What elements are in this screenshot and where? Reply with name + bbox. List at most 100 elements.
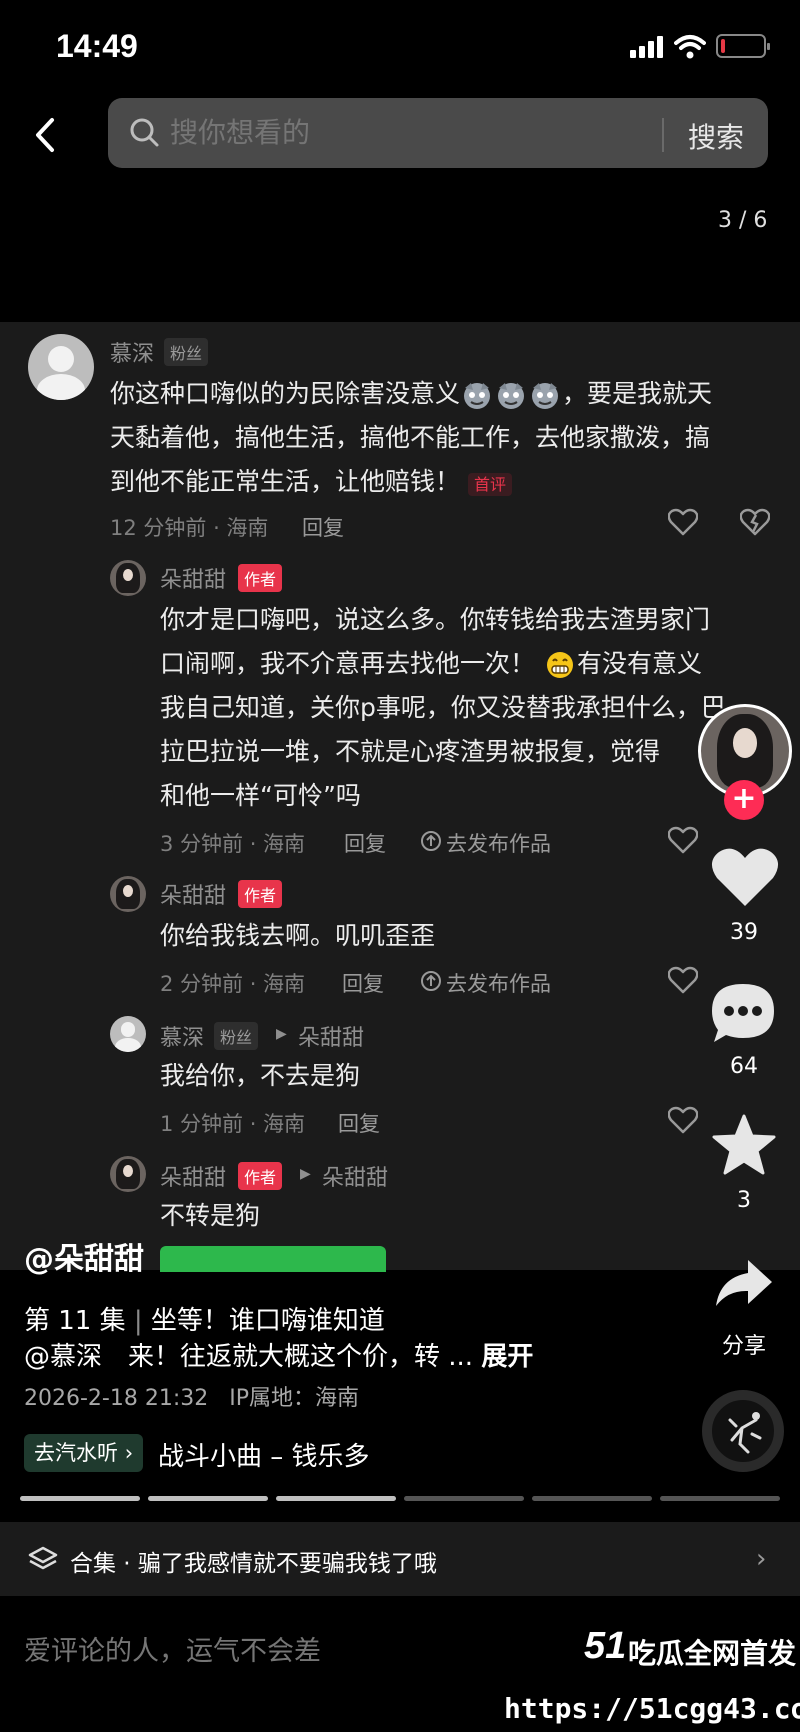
emoji-icon (532, 383, 559, 409)
video-description: @慕深 来！往返就大概这个价，转 ... 展开 (24, 1336, 533, 1373)
heart-outline-icon[interactable] (668, 826, 698, 854)
heart-outline-icon[interactable] (668, 966, 698, 994)
episode-number[interactable]: 第 11 集 (24, 1306, 126, 1336)
share-arrow-icon[interactable] (714, 1258, 774, 1310)
upload-circle-icon (421, 971, 441, 991)
page-indicator: 3 / 6 (718, 208, 768, 233)
comment-line: 我给你，不去是狗 (160, 1061, 361, 1090)
status-time: 14:49 (56, 28, 138, 64)
comment-username[interactable]: 慕深 (160, 1020, 204, 1052)
comment-line: 我自己知道，关你p事呢，你又没替我承担什么，巴 (160, 693, 726, 722)
comment-line: ，要是我就天 (562, 379, 713, 408)
like-count: 39 (730, 920, 758, 945)
author-badge: 作者 (238, 880, 283, 908)
creator-handle[interactable]: @朵甜甜 (24, 1234, 144, 1278)
layers-icon (28, 1546, 58, 1570)
publish-work-link[interactable]: 去发布作品 (446, 968, 551, 998)
svg-text:51: 51 (584, 1625, 626, 1666)
progress-segment-current (276, 1496, 396, 1501)
comment-line: 口闹啊，我不介意再去找他一次！ (160, 649, 536, 678)
heart-outline-icon[interactable] (668, 1106, 698, 1134)
comment-line: 和他一样“可怜”吗 (160, 781, 361, 810)
comment-text: 我给你，不去是狗 (160, 1054, 360, 1098)
heart-outline-icon[interactable] (668, 508, 698, 536)
upload-circle-icon (421, 831, 441, 851)
comment-input[interactable] (24, 1636, 544, 1667)
watermark-logo-icon: 51 (584, 1625, 626, 1666)
comment-username[interactable]: 慕深 (110, 336, 154, 368)
emoji-icon (464, 383, 491, 409)
music-app-tag[interactable]: 去汽水听 › (24, 1434, 144, 1472)
like-heart-icon[interactable] (710, 846, 780, 910)
progress-segment (404, 1496, 524, 1501)
comment-line: 有没有意义 (576, 649, 702, 678)
author-badge: 作者 (238, 564, 283, 592)
comment-bubble-icon[interactable] (708, 980, 778, 1046)
search-divider (662, 118, 664, 152)
reply-button[interactable]: 回复 (302, 512, 344, 542)
expand-button[interactable]: 展开 (481, 1342, 533, 1372)
favorite-star-icon[interactable] (712, 1114, 776, 1176)
chevron-right-icon: › (124, 1441, 134, 1465)
music-disc-icon[interactable] (702, 1390, 784, 1472)
search-input[interactable] (170, 116, 650, 149)
follow-button[interactable]: + (724, 780, 764, 820)
post-date: 2026-2-18 21:32 (24, 1386, 209, 1411)
avatar[interactable] (110, 876, 146, 912)
comment-text: 你才是口嗨吧，说这么多。你转钱给我去渣男家门 口闹啊，我不介意再去找他一次！ 有… (160, 598, 726, 818)
comment-username[interactable]: 朵甜甜 (160, 1160, 226, 1192)
comment-meta: 3 分钟前 · 海南 (160, 832, 306, 856)
author-badge: 作者 (238, 1162, 283, 1190)
reply-arrow-icon: ▶ (276, 1026, 287, 1042)
comment-line: 你才是口嗨吧，说这么多。你转钱给我去渣男家门 (160, 605, 711, 634)
comment-text: 你给我钱去啊。叽叽歪歪 (160, 914, 435, 958)
comment-line: 你这种口嗨似的为民除害没意义 (110, 379, 461, 408)
watermark-text: 吃瓜全网首发 (628, 1637, 797, 1670)
grin-emoji-icon (546, 652, 573, 678)
progress-segment (20, 1496, 140, 1501)
battery-icon (716, 34, 770, 58)
comment-username[interactable]: 朵甜甜 (160, 562, 226, 594)
comment-username[interactable]: 朵甜甜 (160, 878, 226, 910)
comment-meta: 1 分钟前 · 海南 (160, 1112, 306, 1136)
progress-segment (532, 1496, 652, 1501)
green-action-button[interactable] (160, 1246, 386, 1272)
post-meta: 2026-2-18 21:32 IP属地：海南 (24, 1380, 359, 1412)
share-label[interactable]: 分享 (704, 1328, 784, 1360)
reply-button[interactable]: 回复 (344, 828, 386, 858)
fan-badge: 粉丝 (164, 338, 209, 366)
comment-line: 天黏着他，搞他生活，搞他不能工作，去他家撒泼，搞 (110, 423, 711, 452)
reply-button[interactable]: 回复 (342, 968, 384, 998)
collection-title: 合集 · 骗了我感情就不要骗我钱了哦 (70, 1551, 437, 1577)
avatar[interactable] (110, 1156, 146, 1192)
search-button[interactable]: 搜索 (688, 116, 744, 156)
avatar[interactable] (110, 560, 146, 596)
comment-line: 你给我钱去啊。叽叽歪歪 (160, 921, 436, 950)
reply-button[interactable]: 回复 (338, 1108, 380, 1138)
chevron-right-icon[interactable]: › (756, 1544, 766, 1574)
avatar[interactable] (28, 334, 94, 400)
wifi-icon (674, 35, 706, 59)
reply-to-username[interactable]: 朵甜甜 (322, 1160, 388, 1192)
progress-segment (148, 1496, 268, 1501)
ip-location: IP属地：海南 (229, 1386, 359, 1411)
watermark-url: https://51cgg43.com (504, 1692, 800, 1725)
dislike-icon[interactable] (740, 508, 770, 536)
comment-count: 64 (730, 1054, 758, 1079)
comment-text: 你这种口嗨似的为民除害没意义 ，要是我就天 天黏着他，搞他生活，搞他不能工作，去他… (110, 372, 712, 507)
avatar[interactable] (110, 1016, 146, 1052)
music-title[interactable]: 战斗小曲 – 钱乐多 (158, 1436, 370, 1473)
dancer-figure-icon (728, 1412, 762, 1454)
comment-line: 不转是狗 (160, 1201, 261, 1230)
back-arrow-icon[interactable] (28, 110, 68, 160)
emoji-icon (498, 383, 525, 409)
reply-to-username[interactable]: 朵甜甜 (298, 1020, 364, 1052)
first-comment-badge: 首评 (467, 473, 512, 496)
reply-arrow-icon: ▶ (300, 1166, 311, 1182)
publish-work-link[interactable]: 去发布作品 (446, 828, 551, 858)
comment-meta: 12 分钟前 · 海南 (110, 516, 269, 540)
description-text: @慕深 来！往返就大概这个价，转 ... (24, 1342, 474, 1372)
fan-badge: 粉丝 (214, 1022, 259, 1050)
episode-divider: | (133, 1306, 143, 1336)
episode-title: 坐等！谁口嗨谁知道 (150, 1306, 385, 1336)
